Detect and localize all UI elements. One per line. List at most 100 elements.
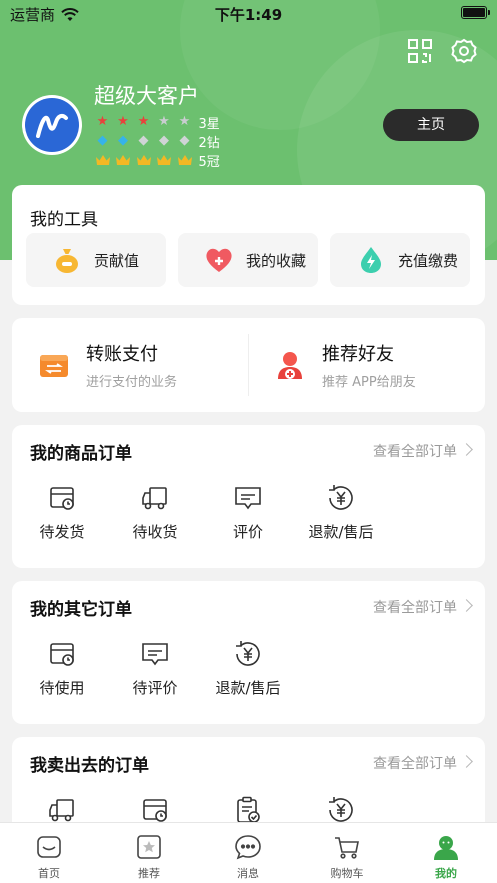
other-orders-card: 我的其它订单 查看全部订单 待使用 待评价 退款/售后 xyxy=(12,581,485,724)
logo-wave-icon xyxy=(36,113,68,138)
recommend-friend[interactable]: 推荐好友 推荐 APP给朋友 xyxy=(274,340,416,390)
tool-favorites[interactable]: 我的收藏 xyxy=(178,233,318,287)
view-all-orders-link[interactable]: 查看全部订单 xyxy=(373,441,457,461)
tools-title: 我的工具 xyxy=(30,210,98,230)
order-refund[interactable]: 退款/售后 xyxy=(301,483,381,542)
product-orders-title: 我的商品订单 xyxy=(30,444,132,464)
diamond-empty-icon: ◆ xyxy=(159,133,169,148)
transfer-wallet-icon xyxy=(40,355,68,377)
other-orders-title: 我的其它订单 xyxy=(30,600,132,620)
diamond-icon: ◆ xyxy=(97,133,108,148)
diamond-empty-icon: ◆ xyxy=(179,133,190,148)
view-all-orders-link[interactable]: 查看全部订单 xyxy=(373,597,457,617)
settings-gear-icon[interactable] xyxy=(451,38,477,64)
product-orders-card: 我的商品订单 查看全部订单 待发货 待收货 评价 退款/售后 xyxy=(12,425,485,568)
star-rating-row: ★ ★ ★ ★ ★ 3星 xyxy=(94,113,220,132)
comment-icon xyxy=(142,643,168,666)
star-icon: ★ xyxy=(137,114,150,129)
order-label: 退款/售后 xyxy=(308,523,374,541)
box-clock-icon xyxy=(50,643,74,666)
transfer-title: 转账支付 xyxy=(86,344,158,365)
diamond-rating-row: ◆ ◆ ◆ ◆ ◆ 2钻 xyxy=(94,132,220,151)
chevron-right-icon[interactable] xyxy=(460,599,473,612)
chevron-right-icon[interactable] xyxy=(460,443,473,456)
tab-recommend[interactable]: 推荐 xyxy=(114,833,184,881)
drop-bolt-icon xyxy=(361,247,381,273)
truck-icon xyxy=(49,799,74,822)
home-page-button[interactable]: 主页 xyxy=(383,109,479,141)
order-label: 待收货 xyxy=(132,523,178,541)
qr-code-icon[interactable] xyxy=(407,38,433,64)
sold-order-checklist[interactable] xyxy=(208,795,288,825)
sold-orders-title: 我卖出去的订单 xyxy=(30,756,149,776)
status-bar: 运营商 下午1:49 xyxy=(0,0,497,26)
user-name: 超级大客户 xyxy=(94,84,199,108)
tab-messages[interactable]: 消息 xyxy=(213,833,283,881)
tool-label: 充值缴费 xyxy=(398,251,459,270)
order-label: 待使用 xyxy=(39,679,85,697)
tool-label: 我的收藏 xyxy=(246,251,307,270)
refund-yen-icon xyxy=(329,485,353,510)
tool-label: 贡献值 xyxy=(94,251,140,270)
crown-icon xyxy=(156,153,173,167)
star-empty-icon: ★ xyxy=(158,114,170,129)
diamond-empty-icon: ◆ xyxy=(138,133,149,148)
crown-icon xyxy=(115,153,132,167)
sold-order-pending[interactable] xyxy=(115,795,195,825)
tab-label: 消息 xyxy=(237,867,259,880)
divider xyxy=(248,334,249,396)
order-to-use[interactable]: 待使用 xyxy=(22,639,102,698)
tab-label: 首页 xyxy=(38,867,60,880)
heart-icon xyxy=(206,248,232,272)
box-clock-icon xyxy=(50,487,74,510)
pay-recommend-card: 转账支付 进行支付的业务 推荐好友 推荐 APP给朋友 xyxy=(12,318,485,412)
diamonds-label: 2钻 xyxy=(198,135,220,151)
recommend-star-icon xyxy=(137,835,161,859)
my-tools-card: 我的工具 贡献值 我的收藏 充值缴费 xyxy=(12,185,485,305)
order-to-review[interactable]: 待评价 xyxy=(115,639,195,698)
tab-label: 推荐 xyxy=(138,867,160,880)
diamond-icon: ◆ xyxy=(118,133,128,148)
refund-yen-icon xyxy=(236,641,260,666)
money-bag-icon xyxy=(56,249,78,273)
tab-home[interactable]: 首页 xyxy=(14,833,84,881)
tool-recharge[interactable]: 充值缴费 xyxy=(330,233,470,287)
stars-label: 3星 xyxy=(198,116,220,132)
box-clock-icon xyxy=(143,799,167,822)
tab-label: 购物车 xyxy=(330,867,364,880)
clock: 下午1:49 xyxy=(214,6,283,24)
sold-order-refund[interactable] xyxy=(301,795,381,825)
chevron-right-icon[interactable] xyxy=(460,755,473,768)
crown-rating-row: 5冠 xyxy=(94,151,220,170)
star-icon: ★ xyxy=(96,114,109,129)
home-icon xyxy=(37,836,61,858)
sold-order-shipping[interactable] xyxy=(22,795,102,825)
refund-yen-icon xyxy=(329,797,353,822)
clipboard-check-icon xyxy=(237,796,260,823)
order-review[interactable]: 评价 xyxy=(208,483,288,542)
avatar[interactable] xyxy=(22,95,82,155)
crowns-label: 5冠 xyxy=(198,154,220,170)
shopping-cart-icon xyxy=(335,837,359,859)
tab-cart[interactable]: 购物车 xyxy=(312,833,382,881)
user-profile-icon xyxy=(434,836,458,860)
order-to-receive[interactable]: 待收货 xyxy=(115,483,195,542)
battery-icon xyxy=(461,6,490,19)
view-all-orders-link[interactable]: 查看全部订单 xyxy=(373,753,457,773)
tab-me[interactable]: 我的 xyxy=(411,833,481,881)
recommend-title: 推荐好友 xyxy=(322,344,394,365)
crown-icon xyxy=(135,153,152,167)
bottom-tab-bar: 首页 推荐 消息 购物车 我的 xyxy=(0,822,497,883)
tool-contribution[interactable]: 贡献值 xyxy=(26,233,166,287)
order-to-ship[interactable]: 待发货 xyxy=(22,483,102,542)
message-bubble-icon xyxy=(235,835,261,860)
order-label: 待评价 xyxy=(132,679,178,697)
comment-icon xyxy=(235,487,261,510)
order-label: 待发货 xyxy=(39,523,85,541)
transfer-subtitle: 进行支付的业务 xyxy=(86,375,178,390)
order-refund[interactable]: 退款/售后 xyxy=(208,639,288,698)
tab-label: 我的 xyxy=(435,867,457,880)
transfer-payment[interactable]: 转账支付 进行支付的业务 xyxy=(38,340,177,390)
add-friend-icon xyxy=(278,352,302,379)
user-rating: ★ ★ ★ ★ ★ 3星 ◆ ◆ ◆ ◆ ◆ 2钻 5冠 xyxy=(94,113,220,170)
